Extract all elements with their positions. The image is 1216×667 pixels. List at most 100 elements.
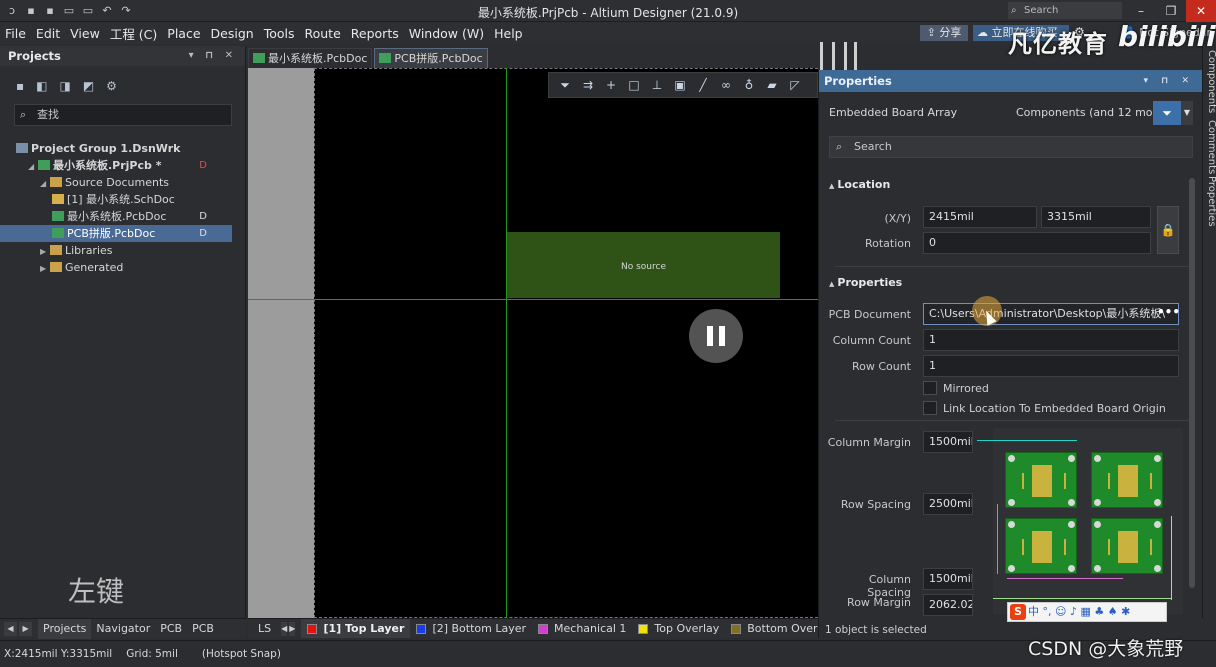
tree-item[interactable]: [1] 最小系统.SchDoc xyxy=(0,191,232,208)
panel-controls[interactable]: ▾ ⊓ ✕ xyxy=(1144,70,1195,92)
expand-icon[interactable]: ▶ xyxy=(40,243,50,260)
cross-icon[interactable]: + xyxy=(605,78,617,92)
projects-search-placeholder: 查找 xyxy=(37,108,59,121)
column-spacing-input[interactable]: 1500mil xyxy=(923,568,973,590)
row-margin-input[interactable]: 2062.02 xyxy=(923,594,973,616)
tab-navigator[interactable]: Navigator xyxy=(91,619,155,639)
video-pause-button[interactable] xyxy=(689,309,743,363)
pcb-canvas[interactable] xyxy=(314,68,818,618)
pcb-document-input[interactable]: C:\Users\Administrator\Desktop\最小系统板\ xyxy=(923,303,1179,325)
x-input[interactable]: 2415mil xyxy=(923,206,1037,228)
layer-tab[interactable]: Mechanical 1 xyxy=(532,619,632,638)
redo-icon[interactable]: ↷ xyxy=(119,4,133,18)
lock-location-button[interactable]: 🔒 xyxy=(1157,206,1179,254)
properties-search-input[interactable]: ⌕ Search xyxy=(829,136,1193,158)
menu-reports[interactable]: Reports xyxy=(346,26,404,41)
save-all-icon[interactable]: ▪ xyxy=(43,4,57,18)
filter-button[interactable]: ⏷ xyxy=(1153,101,1181,125)
select-icon[interactable]: ⇉ xyxy=(582,78,594,92)
side-tab-properties[interactable]: Properties xyxy=(1203,176,1216,227)
location-section-header[interactable]: ▲ Location xyxy=(829,178,890,191)
tree-item[interactable]: ◢ 最小系统板.PrjPcb * D xyxy=(0,157,232,174)
share-button[interactable]: ⇪ 分享 xyxy=(920,25,968,41)
layer-scroll-right-icon[interactable]: ▶ xyxy=(289,621,296,636)
menu-place[interactable]: Place xyxy=(162,26,205,41)
browse-ellipsis-icon[interactable]: ••• xyxy=(1157,305,1180,319)
doc-tab-min-system-pcb[interactable]: 最小系统板.PcbDoc xyxy=(248,48,373,68)
tree-item[interactable]: 最小系统板.PcbDoc D xyxy=(0,208,232,225)
side-tab-components[interactable]: Components xyxy=(1203,50,1216,113)
route-icon[interactable]: ╱ xyxy=(697,78,709,92)
row-count-input[interactable]: 1 xyxy=(923,355,1179,377)
filter-dropdown[interactable]: ▼ xyxy=(1181,101,1193,125)
mirrored-checkbox[interactable] xyxy=(923,381,937,395)
dimension-icon[interactable]: ◸ xyxy=(789,78,801,92)
via-icon[interactable]: ♁ xyxy=(743,78,755,92)
y-input[interactable]: 3315mil xyxy=(1041,206,1151,228)
layer-tab[interactable]: [1] Top Layer xyxy=(301,619,411,638)
close-doc-icon[interactable]: ◩ xyxy=(83,79,94,93)
layer-tab[interactable]: Top Overlay xyxy=(632,619,725,638)
close-window-button[interactable]: ✕ xyxy=(1186,0,1216,22)
tab-scroll-left-icon[interactable]: ◀ xyxy=(4,621,18,636)
diff-pair-icon[interactable]: ∞ xyxy=(720,78,732,92)
properties-section-header[interactable]: ▲ Properties xyxy=(829,276,902,289)
chevron-down-icon: ▼ xyxy=(1183,108,1191,117)
menu-view[interactable]: View xyxy=(65,26,105,41)
doc-tab-panel-pcb[interactable]: PCB拼版.PcbDoc xyxy=(374,48,488,68)
tree-item[interactable]: Project Group 1.DsnWrk xyxy=(0,140,232,157)
rectangle-icon[interactable]: □ xyxy=(628,78,640,92)
save-project-icon[interactable]: ▪ xyxy=(16,79,24,93)
tab-projects[interactable]: Projects xyxy=(38,618,92,639)
undo-icon[interactable]: ↶ xyxy=(100,4,114,18)
link-location-checkbox[interactable] xyxy=(923,401,937,415)
tab-pcb-filter[interactable]: PCB Filter xyxy=(187,619,246,655)
expand-icon[interactable]: ▶ xyxy=(40,260,50,277)
menu-help[interactable]: Help xyxy=(489,26,528,41)
compile-icon[interactable]: ◧ xyxy=(36,79,47,93)
save-icon[interactable]: ▪ xyxy=(24,4,38,18)
column-count-input[interactable]: 1 xyxy=(923,329,1179,351)
layer-tab[interactable]: Bottom Overlay xyxy=(725,619,818,638)
open-doc-icon[interactable]: ◨ xyxy=(59,79,70,93)
align-icon[interactable]: ⊥ xyxy=(651,78,663,92)
layer-set-button[interactable]: LS xyxy=(252,619,277,638)
tree-item[interactable]: PCB拼版.PcbDoc D xyxy=(0,225,232,242)
open-folder-icon[interactable]: ▭ xyxy=(62,4,76,18)
projects-search-input[interactable]: ⌕ 查找 xyxy=(14,104,232,126)
tree-item[interactable]: ▶ Libraries xyxy=(0,242,232,259)
minimize-button[interactable]: – xyxy=(1126,0,1156,22)
open-project-icon[interactable]: ▭ xyxy=(81,4,95,18)
filter-icon[interactable]: ⏷ xyxy=(559,78,571,93)
collapse-icon[interactable]: ◢ xyxy=(40,175,50,192)
component-icon[interactable]: ▣ xyxy=(674,78,686,92)
tree-item[interactable]: ▶ Generated xyxy=(0,259,232,276)
column-margin-input[interactable]: 1500mil xyxy=(923,431,973,453)
layer-tab[interactable]: [2] Bottom Layer xyxy=(410,619,532,638)
settings-gear-icon[interactable]: ⚙ xyxy=(106,79,117,93)
embedded-board[interactable]: No source xyxy=(507,232,780,298)
properties-scrollbar[interactable] xyxy=(1189,178,1195,588)
menu-file[interactable]: File xyxy=(0,26,31,41)
menu-route[interactable]: Route xyxy=(299,26,345,41)
rotation-input[interactable]: 0 xyxy=(923,232,1151,254)
row-spacing-input[interactable]: 2500mil xyxy=(923,493,973,515)
menu-tools[interactable]: Tools xyxy=(259,26,300,41)
collapse-icon[interactable]: ◢ xyxy=(28,158,38,175)
menu-design[interactable]: Design xyxy=(206,26,259,41)
global-search-input[interactable]: ⌕ Search xyxy=(1008,2,1122,19)
menu-edit[interactable]: Edit xyxy=(31,26,65,41)
tab-pcb[interactable]: PCB xyxy=(155,619,187,639)
ime-toolbar[interactable]: S中 °, ☺ ♪ ▦ ♣ ♠ ✱ xyxy=(1007,602,1167,622)
tab-scroll-right-icon[interactable]: ▶ xyxy=(19,621,33,636)
restore-button[interactable]: ❐ xyxy=(1156,0,1186,22)
watermark-left-click: 左键 xyxy=(68,575,125,608)
layer-scroll-left-icon[interactable]: ◀ xyxy=(281,621,288,636)
tree-item-label: PCB拼版.PcbDoc xyxy=(67,227,156,240)
side-tab-comments[interactable]: Comments xyxy=(1203,120,1216,174)
panel-controls[interactable]: ▾ ⊓ ✕ xyxy=(189,50,237,61)
tree-item[interactable]: ◢ Source Documents xyxy=(0,174,232,191)
menu-window[interactable]: Window (W) xyxy=(404,26,489,41)
polygon-icon[interactable]: ▰ xyxy=(766,78,778,92)
menu-project[interactable]: 工程 (C) xyxy=(105,24,162,43)
